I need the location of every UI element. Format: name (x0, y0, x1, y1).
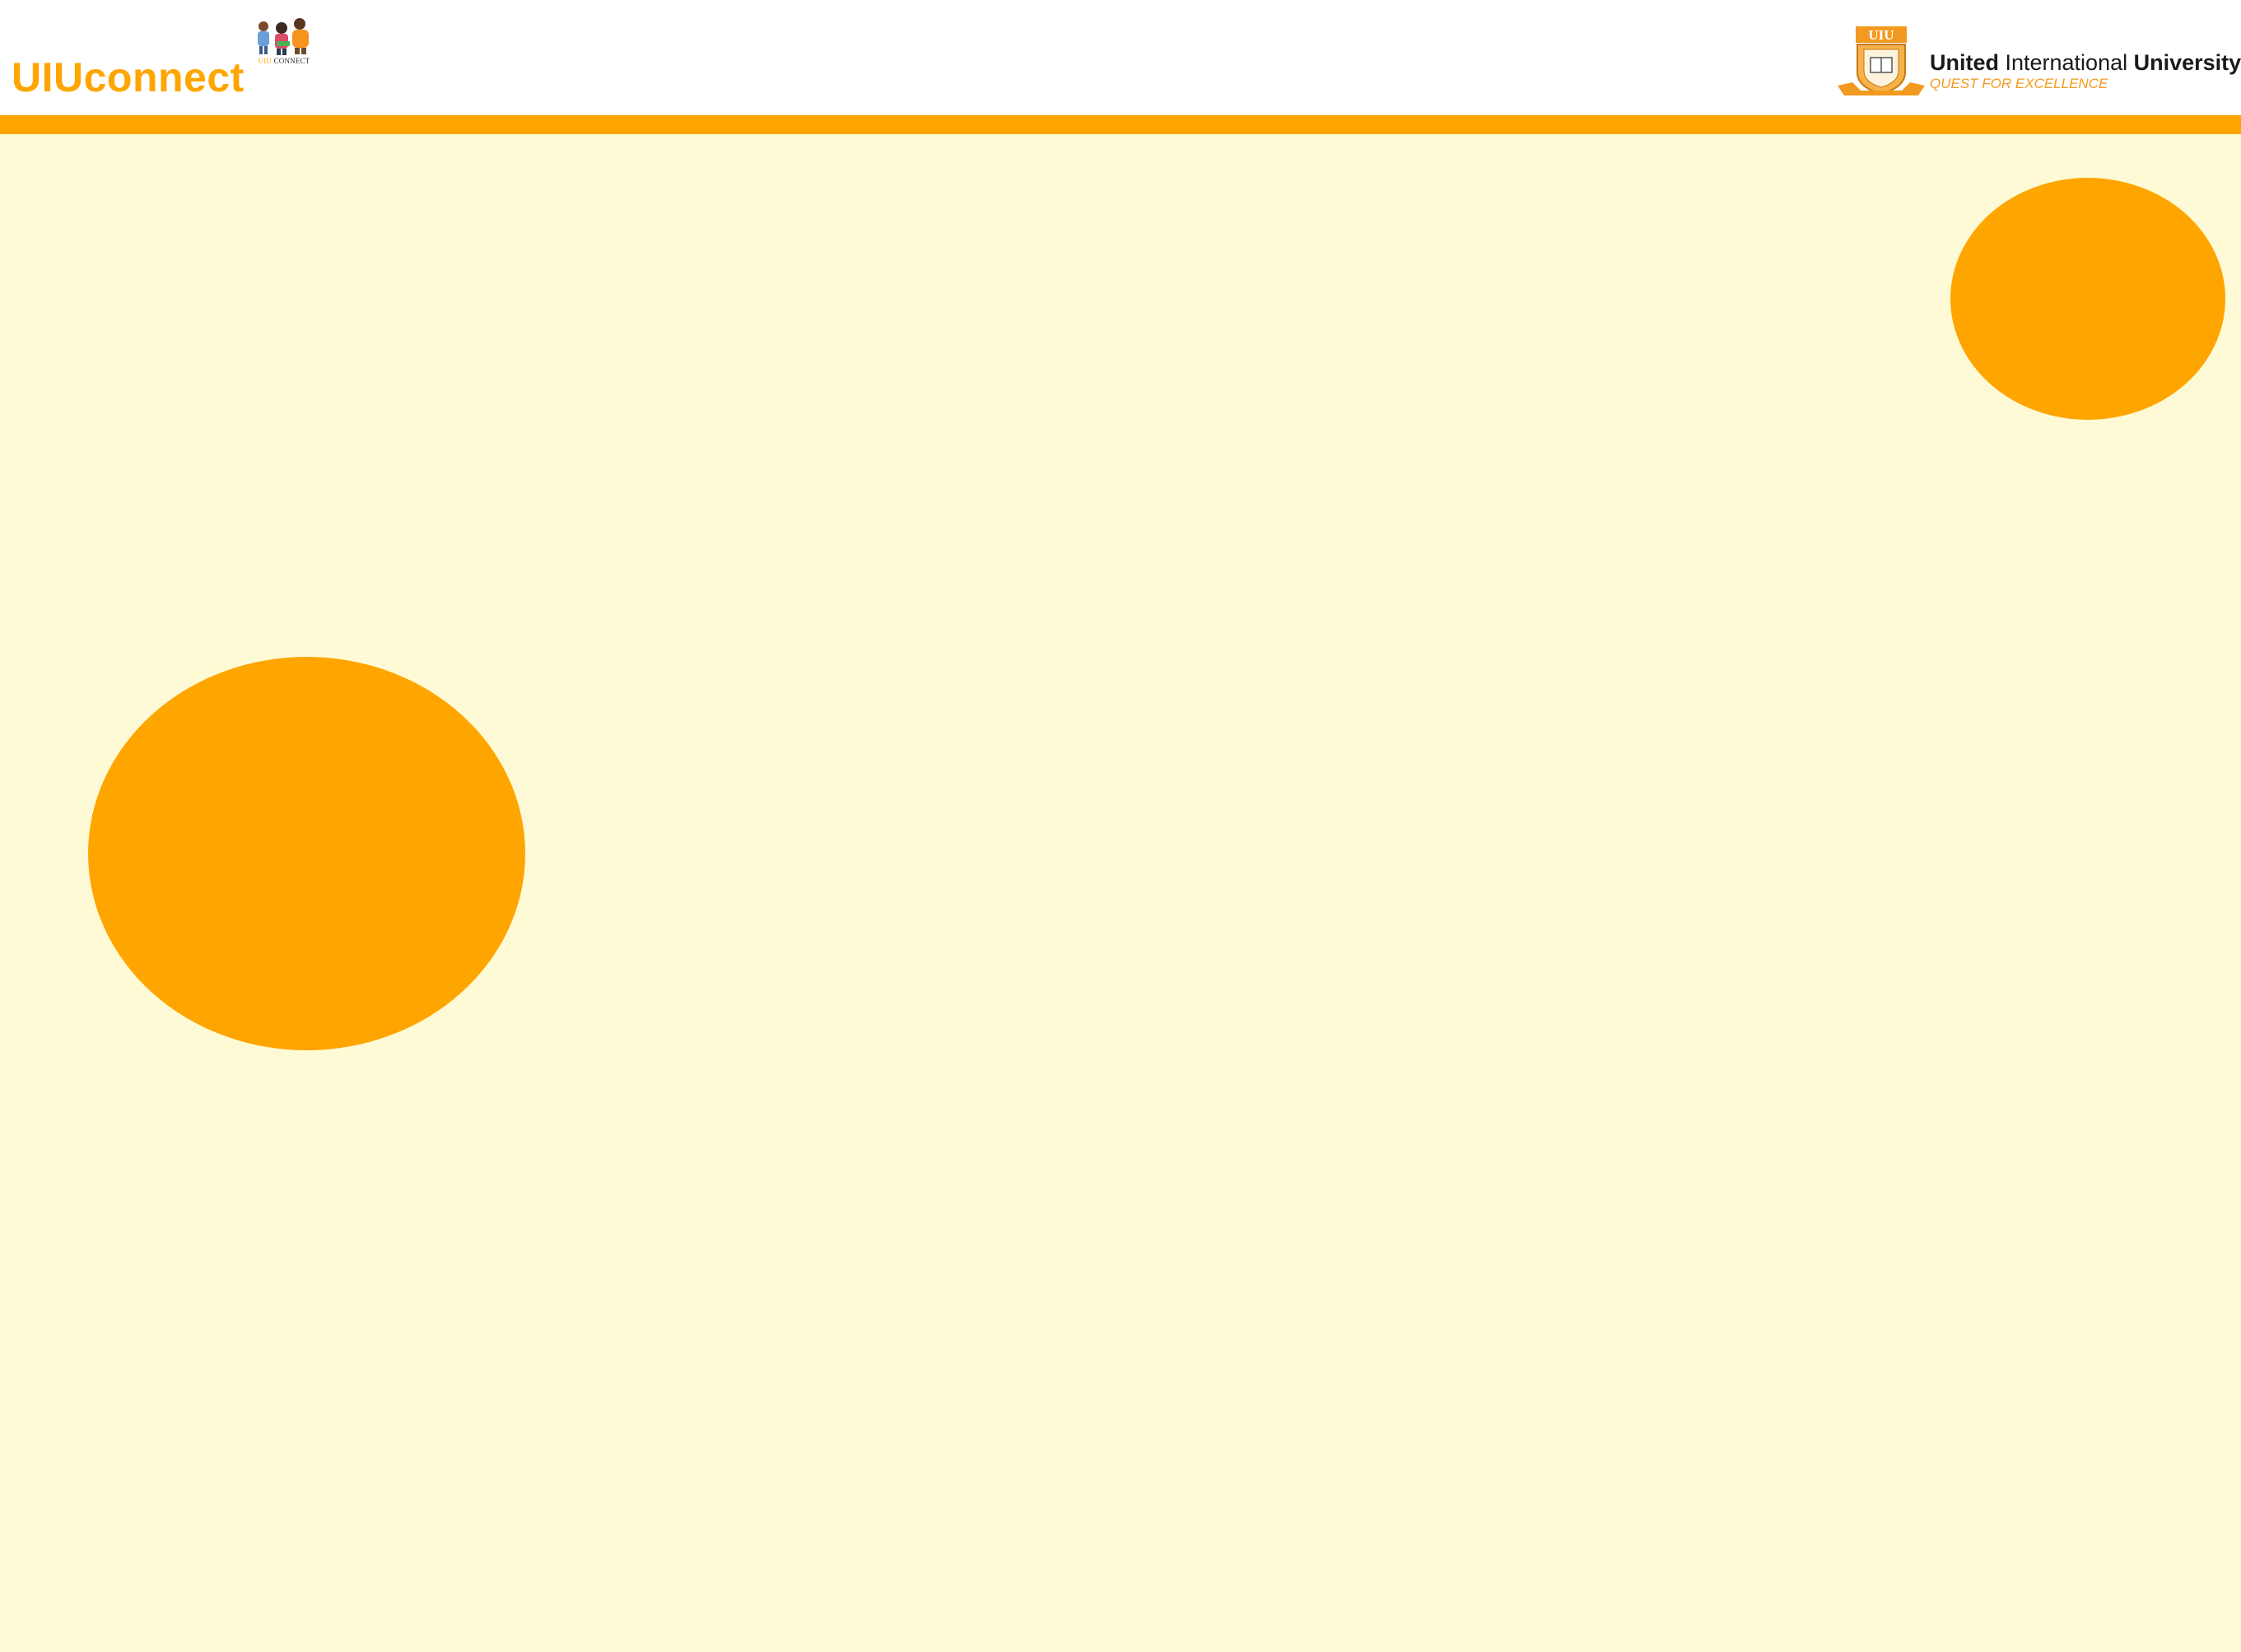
university-name: United International University (1930, 49, 2241, 76)
page: UIUconnect UIU CONNECT UIU United Intern… (0, 0, 2241, 1652)
university-crest-text: UIU (1868, 27, 1894, 43)
decorative-circle-left (88, 657, 525, 1050)
decorative-circle-top-right (1950, 178, 2225, 420)
brand-logo-caption-prefix: UIU (258, 57, 273, 65)
university-tagline: QUEST FOR EXCELLENCE (1930, 76, 2108, 91)
university-crest-icon[interactable]: UIU (1836, 25, 1927, 99)
university-name-part2: International (1999, 50, 2134, 75)
uiuconnect-logo-icon[interactable]: UIU CONNECT (252, 16, 316, 67)
brand-title[interactable]: UIUconnect (12, 54, 245, 100)
university-name-part1: United (1930, 50, 1999, 75)
top-header: UIUconnect UIU CONNECT UIU United Intern… (0, 0, 2241, 115)
university-name-part3: University (2133, 50, 2241, 75)
header-accent-bar (0, 115, 2241, 134)
brand-logo-caption: UIU CONNECT (252, 56, 316, 66)
brand-logo-caption-suffix: CONNECT (273, 57, 310, 65)
